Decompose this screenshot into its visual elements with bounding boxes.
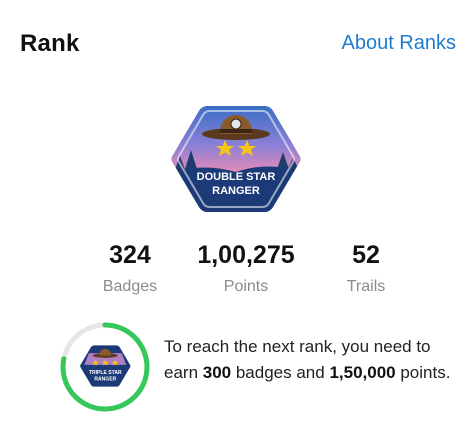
header: Rank About Ranks: [0, 0, 474, 90]
badge-rank-line2: RANGER: [212, 185, 260, 197]
stat-trails-value: 52: [352, 241, 380, 269]
stat-badges-label: Badges: [102, 278, 158, 295]
stat-badges: 324 Badges: [70, 240, 190, 296]
badges-needed: 300: [202, 363, 232, 382]
current-rank-badge: DOUBLE STAR RANGER: [166, 100, 306, 218]
stat-trails: 52 Trails: [306, 240, 426, 296]
ranger-hat-badge-icon: DOUBLE STAR RANGER: [171, 106, 301, 212]
next-badge-line1: TRIPLE STAR: [89, 370, 122, 376]
next-rank-badge-icon: TRIPLE STAR RANGER: [80, 345, 131, 387]
stat-trails-label: Trails: [346, 278, 386, 295]
next-rank-text-3: points.: [395, 363, 451, 382]
stat-badges-value: 324: [109, 241, 151, 269]
badge-rank-line1: DOUBLE STAR: [197, 171, 276, 183]
next-rank-progress-ring: TRIPLE STAR RANGER: [58, 320, 152, 414]
stat-points-value: 1,00,275: [197, 241, 295, 269]
stat-points: 1,00,275 Points: [186, 240, 306, 296]
page-title: Rank: [20, 30, 80, 57]
rank-stats: 324 Badges 1,00,275 Points 52 Trails: [0, 240, 474, 300]
next-rank-description: To reach the next rank, you need to earn…: [164, 334, 454, 386]
next-rank-section: TRIPLE STAR RANGER To reach the next ran…: [0, 318, 474, 428]
next-rank-text-2: badges and: [231, 363, 330, 382]
points-needed: 1,50,000: [329, 363, 396, 382]
next-badge-line2: RANGER: [94, 376, 116, 382]
stat-points-label: Points: [223, 278, 269, 295]
about-ranks-link[interactable]: About Ranks: [341, 32, 456, 55]
